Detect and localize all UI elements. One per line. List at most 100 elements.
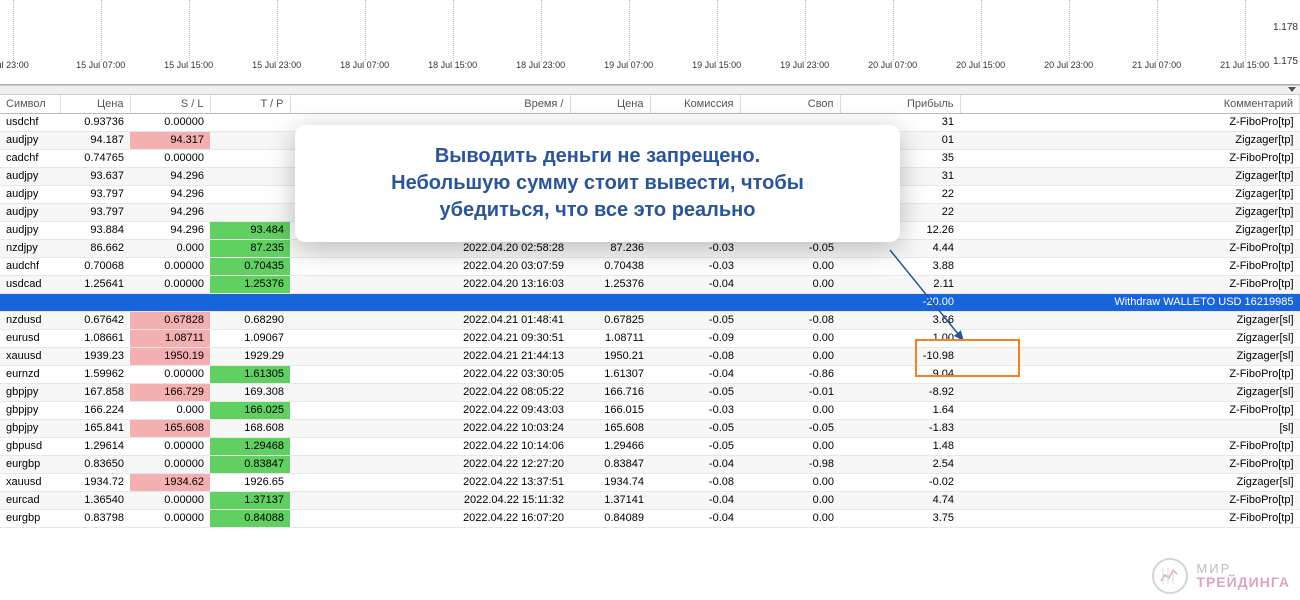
cell-comment: Z-FiboPro[tp] [960,149,1300,167]
cell-comment: Z-FiboPro[tp] [960,437,1300,455]
cell-profit: 9.04 [840,365,960,383]
cell-tp [210,131,290,149]
watermark-bottom: ТРЕЙДИНГА [1196,575,1290,590]
col-price2[interactable]: Цена [570,95,650,113]
cell-profit: 4.74 [840,491,960,509]
cell-profit: 1.64 [840,401,960,419]
cell-sl: 166.729 [130,383,210,401]
cell-swap: 0.00 [740,473,840,491]
cell-tp [210,203,290,221]
cell-sl: 0.00000 [130,455,210,473]
cell-price: 1.59962 [60,365,130,383]
col-comment[interactable]: Комментарий [960,95,1300,113]
cell-tp: 1.37137 [210,491,290,509]
cell-time: 2022.04.22 13:37:51 [290,473,570,491]
col-sl[interactable]: S / L [130,95,210,113]
cell-profit: -0.02 [840,473,960,491]
cell-tp: 1.61305 [210,365,290,383]
table-row[interactable]: usdcad1.256410.000001.253762022.04.20 13… [0,275,1300,293]
col-time[interactable]: Время / [290,95,570,113]
cell-tp [210,113,290,131]
cell-tp: 93.484 [210,221,290,239]
cell-tp: 1.25376 [210,275,290,293]
cell-commission: -0.08 [650,473,740,491]
col-swap[interactable]: Своп [740,95,840,113]
table-row[interactable]: xauusd1934.721934.621926.652022.04.22 13… [0,473,1300,491]
cell-price: 0.74765 [60,149,130,167]
table-row[interactable]: nzdusd0.676420.678280.682902022.04.21 01… [0,311,1300,329]
cell-sl: 94.296 [130,221,210,239]
table-row[interactable]: xauusd1939.231950.191929.292022.04.21 21… [0,347,1300,365]
x-tick: 20 Jul 07:00 [868,60,917,70]
cell-tp [210,185,290,203]
cell-symbol: xauusd [0,347,60,365]
cell-sl: 94.296 [130,203,210,221]
cell-comment: Z-FiboPro[tp] [960,509,1300,527]
cell-price: 165.841 [60,419,130,437]
cell-price: 93.637 [60,167,130,185]
cell-profit: 3.75 [840,509,960,527]
x-tick: 15 Jul 23:00 [252,60,301,70]
cell-symbol: cadchf [0,149,60,167]
table-row[interactable]: gbpjpy166.2240.000166.0252022.04.22 09:4… [0,401,1300,419]
table-row[interactable]: eurgbp0.836500.000000.838472022.04.22 12… [0,455,1300,473]
cell-time: 2022.04.22 09:43:03 [290,401,570,419]
x-tick: 19 Jul 23:00 [780,60,829,70]
col-profit[interactable]: Прибыль [840,95,960,113]
cell-price2: 1.37141 [570,491,650,509]
cell-comment: Zigzager[tp] [960,185,1300,203]
cell-swap: 0.00 [740,401,840,419]
cell-comment: Z-FiboPro[tp] [960,275,1300,293]
table-row[interactable]: -20.00Withdraw WALLETO USD 16219985 [0,293,1300,311]
cell-commission: -0.03 [650,401,740,419]
cell-symbol: gbpjpy [0,419,60,437]
cell-price: 1.36540 [60,491,130,509]
cell-price: 0.93736 [60,113,130,131]
table-row[interactable]: eurcad1.365400.000001.371372022.04.22 15… [0,491,1300,509]
y-tick: 1.175 [1273,56,1298,67]
cell-symbol: audjpy [0,185,60,203]
col-tp[interactable]: T / P [210,95,290,113]
watermark-logo-icon [1152,558,1188,594]
table-row[interactable]: gbpjpy167.858166.729169.3082022.04.22 08… [0,383,1300,401]
col-commission[interactable]: Комиссия [650,95,740,113]
col-price[interactable]: Цена [60,95,130,113]
chart-area[interactable]: 1.178 1.175 ul 23:0015 Jul 07:0015 Jul 1… [0,0,1300,85]
table-row[interactable]: eurnzd1.599620.000001.613052022.04.22 03… [0,365,1300,383]
cell-swap: -0.98 [740,455,840,473]
cell-symbol: audchf [0,257,60,275]
cell-sl: 0.00000 [130,257,210,275]
cell-price: 1.25641 [60,275,130,293]
cell-sl: 0.00000 [130,509,210,527]
arrow-icon [885,245,985,355]
splitter[interactable] [0,85,1300,95]
callout-line: Выводить деньги не запрещено. [319,143,876,170]
cell-symbol: audjpy [0,131,60,149]
cell-price2 [570,293,650,311]
table-row[interactable]: audchf0.700680.000000.704352022.04.20 03… [0,257,1300,275]
cell-price: 1.29614 [60,437,130,455]
cell-price2: 0.70438 [570,257,650,275]
cell-comment: Z-FiboPro[tp] [960,491,1300,509]
x-tick: 21 Jul 07:00 [1132,60,1181,70]
cell-price: 1934.72 [60,473,130,491]
cell-comment: Zigzager[sl] [960,329,1300,347]
table-row[interactable]: gbpjpy165.841165.608168.6082022.04.22 10… [0,419,1300,437]
table-row[interactable]: eurgbp0.837980.000000.840882022.04.22 16… [0,509,1300,527]
table-row[interactable]: eurusd1.086611.087111.090672022.04.21 09… [0,329,1300,347]
cell-sl: 1.08711 [130,329,210,347]
table-row[interactable]: gbpusd1.296140.000001.294682022.04.22 10… [0,437,1300,455]
x-tick: 15 Jul 07:00 [76,60,125,70]
cell-commission: -0.04 [650,365,740,383]
watermark: МИР ТРЕЙДИНГА [1152,558,1290,594]
cell-symbol: gbpjpy [0,383,60,401]
cell-sl: 165.608 [130,419,210,437]
cell-symbol: usdchf [0,113,60,131]
y-tick: 1.178 [1273,22,1298,33]
cell-comment: [sl] [960,419,1300,437]
cell-price: 93.884 [60,221,130,239]
cell-tp [210,149,290,167]
cell-swap: 0.00 [740,437,840,455]
col-symbol[interactable]: Символ [0,95,60,113]
cell-commission: -0.03 [650,257,740,275]
